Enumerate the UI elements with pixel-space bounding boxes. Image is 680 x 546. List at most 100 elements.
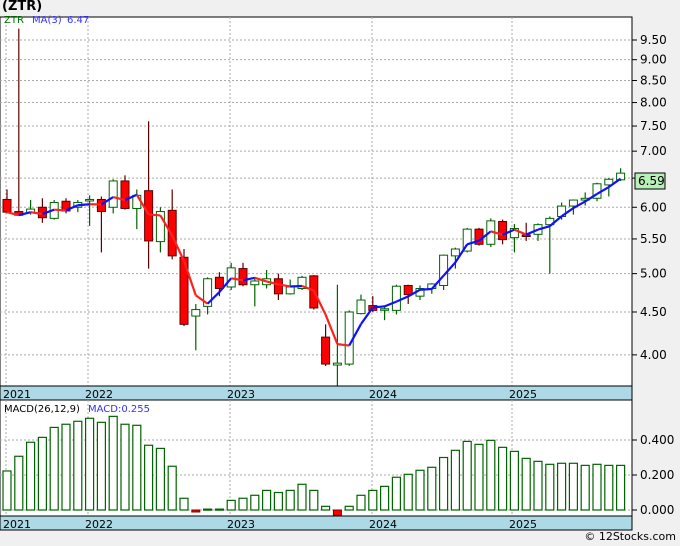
macd-bar <box>474 443 484 511</box>
price-axis-label: 8.00 <box>640 96 667 110</box>
macd-bar <box>120 423 130 511</box>
candle-body <box>167 209 177 257</box>
macd-bar <box>203 508 213 511</box>
year-label: 2022 <box>85 388 113 401</box>
macd-bar <box>285 489 295 511</box>
legend-symbol: ZTR <box>4 15 24 26</box>
price-axis-label: 6.00 <box>640 200 667 214</box>
macd-bar <box>273 491 283 511</box>
macd-bar <box>262 489 272 511</box>
price-axis-label: 4.00 <box>640 348 667 362</box>
macd-bar <box>592 463 602 511</box>
macd-bar <box>580 464 590 511</box>
macd-bar <box>439 456 449 511</box>
candle-body <box>85 198 95 202</box>
macd-bar <box>61 423 71 511</box>
macd-bar <box>604 464 614 511</box>
candle-body <box>191 309 201 317</box>
legend-ma-value: 6.47 <box>67 15 89 26</box>
candle-body <box>403 284 413 296</box>
macd-bar <box>250 494 260 511</box>
candle-body <box>250 280 260 286</box>
candle-body <box>450 248 460 257</box>
ma-line-segment <box>372 305 385 309</box>
macd-bar <box>132 424 142 511</box>
price-panel <box>0 16 633 387</box>
year-label: 2025 <box>509 388 537 401</box>
macd-bar <box>356 494 366 511</box>
macd-bar <box>2 470 12 511</box>
macd-bar <box>368 489 378 511</box>
candle <box>474 227 484 246</box>
candle-body <box>238 268 248 286</box>
year-label: 2023 <box>227 388 255 401</box>
candle-body <box>332 362 342 366</box>
candle-body <box>285 286 295 295</box>
candle-body <box>96 198 106 213</box>
price-axis-label: 7.50 <box>640 119 667 133</box>
macd-bar <box>344 505 354 511</box>
macd-bar <box>14 455 24 511</box>
macd-bar <box>37 436 48 511</box>
year-label: 2021 <box>3 518 31 531</box>
legend-macd-value: MACD:0.255 <box>88 404 150 415</box>
candle <box>344 310 354 366</box>
macd-bar <box>450 449 460 511</box>
macd-bar <box>332 509 342 516</box>
macd-bar <box>498 446 508 511</box>
copyright-footer: © 12Stocks.com <box>584 530 676 543</box>
macd-bar <box>321 505 331 511</box>
ma-line-segment <box>419 287 432 291</box>
macd-bar <box>509 450 519 511</box>
macd-bar <box>238 497 248 511</box>
candle-body <box>344 311 354 365</box>
ma-line-segment <box>290 284 303 288</box>
macd-bar <box>167 465 177 511</box>
candle-body <box>144 190 154 242</box>
macd-bar <box>545 463 555 511</box>
candle-body <box>439 254 449 286</box>
price-axis-label: 9.50 <box>640 33 667 47</box>
macd-bar <box>486 439 496 511</box>
macd-axis-label: 0.000 <box>640 503 674 517</box>
macd-bar <box>297 483 307 511</box>
year-label: 2024 <box>369 518 397 531</box>
year-label: 2021 <box>3 388 31 401</box>
macd-bar <box>380 485 390 511</box>
candle-body <box>321 336 331 365</box>
macd-bar <box>49 426 59 511</box>
macd-bar <box>191 509 201 513</box>
macd-bar <box>556 462 567 511</box>
last-price-value: 6.59 <box>638 174 665 188</box>
macd-axis-label: 0.200 <box>640 468 674 482</box>
macd-bar <box>73 420 83 511</box>
year-label: 2023 <box>227 518 255 531</box>
macd-bar <box>427 466 437 511</box>
candle-body <box>214 276 224 289</box>
legend-ma-label: MA(3) <box>32 15 62 26</box>
candle-body <box>226 267 236 288</box>
macd-bar <box>309 489 319 511</box>
macd-bar <box>415 469 425 511</box>
price-axis-label: 7.00 <box>640 144 667 158</box>
macd-bar <box>462 440 472 511</box>
candle-body <box>391 285 401 311</box>
price-axis-label: 9.00 <box>640 53 667 67</box>
ma-line-segment <box>54 208 67 212</box>
macd-bar <box>533 460 543 511</box>
ma-line-segment <box>337 343 350 347</box>
candle-body <box>108 180 118 208</box>
macd-bar <box>179 497 189 511</box>
macd-bar <box>96 421 107 511</box>
macd-bar <box>568 462 579 511</box>
legend-macd-label: MACD(26,12,9) <box>4 404 80 415</box>
macd-bar <box>155 447 165 511</box>
ma-line-segment <box>148 213 161 217</box>
price-axis-label: 4.50 <box>640 305 667 319</box>
macd-bar <box>391 476 401 511</box>
macd-bar <box>214 508 224 511</box>
price-axis-label: 5.00 <box>640 267 667 281</box>
price-axis-label: 8.50 <box>640 73 667 87</box>
stock-chart: 2021 2021 2022 2022 2023 2023 2024 2024 2025 2025… <box>0 15 674 531</box>
macd-axis-label: 0.400 <box>640 433 674 447</box>
